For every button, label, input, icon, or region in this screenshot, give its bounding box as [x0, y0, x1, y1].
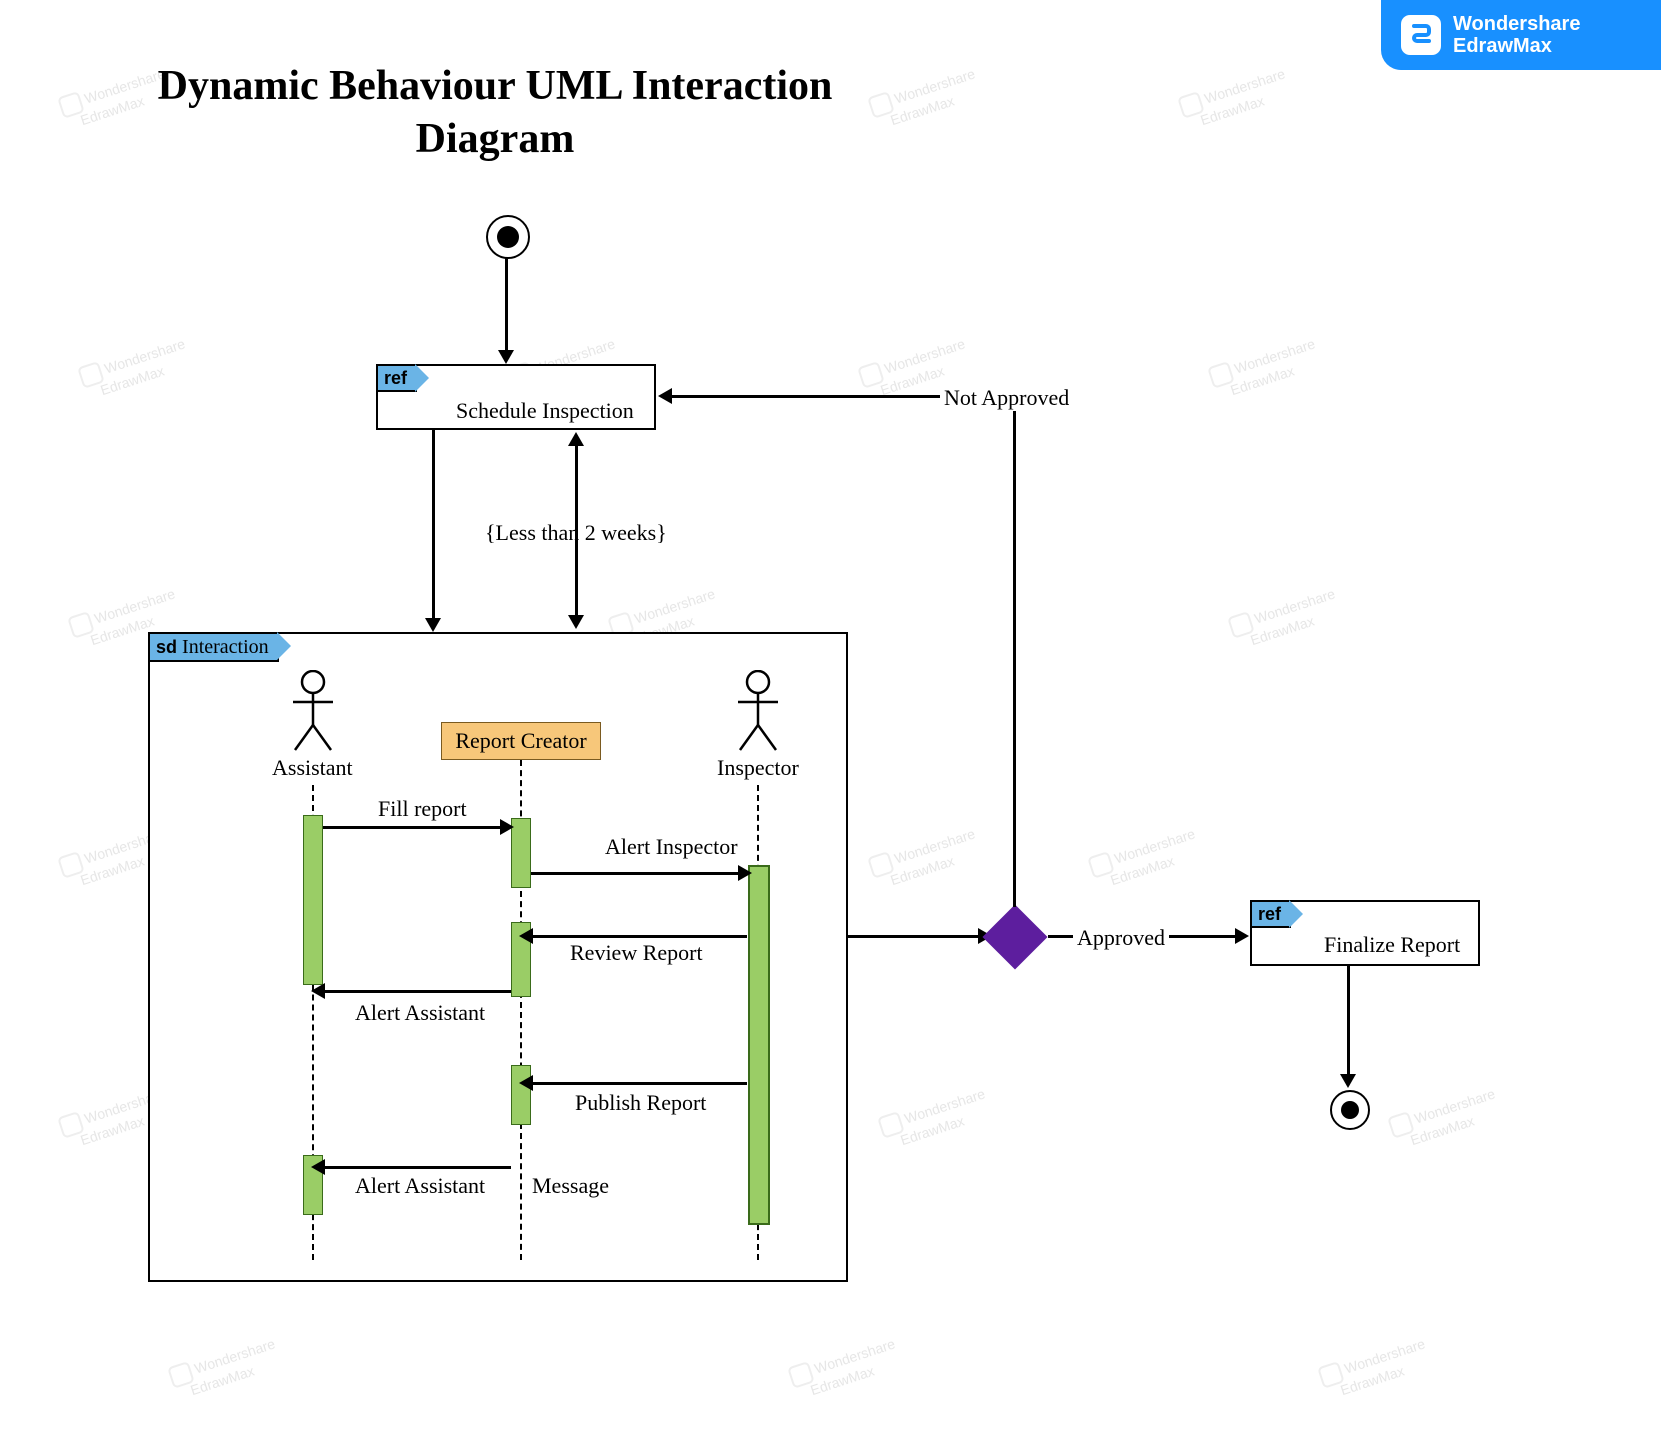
actor-assistant-icon: [290, 670, 336, 752]
inspector-label: Inspector: [717, 755, 799, 781]
edge: [848, 935, 980, 938]
watermark: Wondershare EdrawMax: [1387, 1084, 1503, 1152]
edrawmax-logo-icon: [1401, 15, 1441, 55]
arrowhead-icon: [738, 865, 752, 881]
arrowhead-icon: [311, 983, 325, 999]
watermark: Wondershare EdrawMax: [1227, 584, 1343, 652]
arrowhead-icon: [311, 1159, 325, 1175]
edge: [432, 430, 435, 620]
msg-alert-assistant-1: [323, 990, 511, 993]
final-node: [1330, 1090, 1370, 1130]
watermark: Wondershare EdrawMax: [77, 334, 193, 402]
arrowhead-icon: [498, 350, 514, 364]
watermark: Wondershare EdrawMax: [867, 824, 983, 892]
diagram-canvas: Wondershare EdrawMax Wondershare EdrawMa…: [0, 0, 1661, 1435]
arrowhead-icon: [568, 432, 584, 446]
arrowhead-icon: [568, 615, 584, 629]
actor-inspector-icon: [735, 670, 781, 752]
activation-rc-1: [511, 818, 531, 888]
watermark: Wondershare EdrawMax: [867, 64, 983, 132]
initial-node: [486, 215, 530, 259]
arrowhead-icon: [519, 928, 533, 944]
arrowhead-icon: [425, 618, 441, 632]
ref-schedule-inspection: ref Schedule Inspection: [376, 364, 656, 430]
watermark: Wondershare EdrawMax: [1177, 64, 1293, 132]
sd-tab: sd Interaction: [148, 632, 279, 662]
sd-tab-label: sd: [156, 637, 177, 658]
watermark: Wondershare EdrawMax: [1087, 824, 1203, 892]
brand-badge: Wondershare EdrawMax: [1381, 0, 1661, 70]
assistant-label: Assistant: [272, 755, 353, 781]
ref-finalize-report: ref Finalize Report: [1250, 900, 1480, 966]
watermark: Wondershare EdrawMax: [1317, 1334, 1433, 1402]
msg-review-report-label: Review Report: [570, 940, 703, 966]
arrowhead-icon: [658, 388, 672, 404]
msg-publish-report: [531, 1082, 747, 1085]
arrowhead-icon: [1340, 1074, 1356, 1088]
approved-label: Approved: [1073, 925, 1169, 951]
decision-node: [982, 904, 1047, 969]
msg-review-report: [531, 935, 747, 938]
edge-not-approved-v: [1013, 395, 1016, 907]
msg-alert-inspector: [531, 872, 741, 875]
activation-inspector: [748, 865, 770, 1225]
brand-line2: EdrawMax: [1453, 35, 1552, 57]
arrowhead-icon: [1235, 928, 1249, 944]
guard-label: {Less than 2 weeks}: [485, 520, 667, 546]
watermark: Wondershare EdrawMax: [877, 1084, 993, 1152]
arrowhead-icon: [500, 819, 514, 835]
brand-text: Wondershare EdrawMax: [1453, 13, 1580, 57]
ref-tab: ref: [1250, 900, 1291, 928]
activation-rc-3: [511, 1065, 531, 1125]
not-approved-label: Not Approved: [940, 385, 1073, 411]
watermark: Wondershare EdrawMax: [167, 1334, 283, 1402]
edge: [505, 257, 508, 352]
msg-alert-assistant-1-label: Alert Assistant: [355, 1000, 485, 1026]
edge: [1347, 966, 1350, 1076]
msg-alert-inspector-label: Alert Inspector: [605, 836, 738, 858]
msg-message-label: Message: [532, 1173, 609, 1199]
diagram-title: Dynamic Behaviour UML Interaction Diagra…: [130, 60, 860, 165]
msg-alert-assistant-2-label: Alert Assistant: [355, 1173, 485, 1199]
msg-publish-report-label: Publish Report: [575, 1090, 706, 1116]
sd-title: Interaction: [182, 636, 269, 659]
activation-assistant-1: [303, 815, 323, 985]
schedule-label: Schedule Inspection: [456, 398, 634, 424]
watermark: Wondershare EdrawMax: [787, 1334, 903, 1402]
msg-fill-report: [323, 826, 503, 829]
msg-fill-report-label: Fill report: [378, 796, 467, 822]
finalize-label: Finalize Report: [1324, 932, 1460, 958]
ref-tab: ref: [376, 364, 417, 392]
arrowhead-icon: [519, 1075, 533, 1091]
msg-alert-assistant-2: [323, 1166, 511, 1169]
watermark: Wondershare EdrawMax: [1207, 334, 1323, 402]
brand-line1: Wondershare: [1453, 13, 1580, 35]
report-creator-header: Report Creator: [441, 722, 601, 760]
